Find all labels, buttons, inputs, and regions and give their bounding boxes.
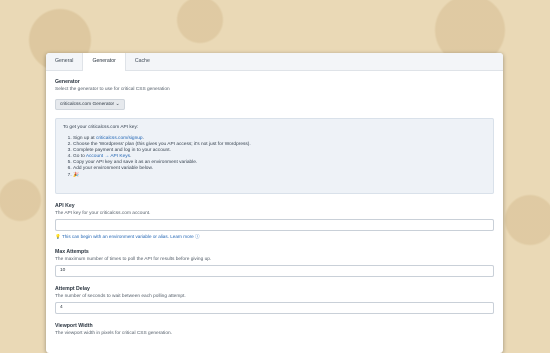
generator-select[interactable]: criticalcss.com Generator ⌄ [55,99,125,110]
max-attempts-description: The maximum number of times to poll the … [55,257,212,262]
api-keys-link[interactable]: Account → API Keys [86,154,130,159]
tab-general[interactable]: General [46,53,82,70]
max-attempts-input[interactable]: 10 [55,265,494,277]
generator-settings: Generator Select the generator to use fo… [46,71,503,342]
list-item: 🎉 [73,173,486,179]
tab-cache[interactable]: Cache [126,53,159,70]
generator-select-value: criticalcss.com Generator [60,102,115,107]
tab-bar: General Generator Cache [46,53,503,71]
info-circle-icon: ⓘ [195,234,200,239]
api-key-label: API Key [55,203,75,209]
api-key-description: The API key for your criticalcss.com acc… [55,211,151,216]
api-key-input[interactable] [55,219,494,231]
party-popper-icon: 🎉 [73,172,79,178]
api-key-instructions: To get your criticalcss.com API key: Sig… [55,118,494,194]
tab-generator[interactable]: Generator [82,53,126,71]
learn-more-link[interactable]: Learn more [170,234,194,239]
attempt-delay-label: Attempt Delay [55,286,90,292]
attempt-delay-input[interactable]: 4 [55,302,494,314]
generator-description: Select the generator to use for critical… [55,87,170,92]
signup-link[interactable]: criticalcss.com/signup [96,136,143,141]
lightbulb-icon: 💡 [55,234,61,239]
instructions-list: Sign up at criticalcss.com/signup. Choos… [63,136,486,179]
chevron-down-icon: ⌄ [115,102,120,107]
generator-label: Generator [55,79,80,85]
attempt-delay-description: The number of seconds to wait between ea… [55,294,186,299]
viewport-width-description: The viewport width in pixels for critica… [55,331,173,336]
max-attempts-label: Max Attempts [55,249,89,255]
viewport-width-label: Viewport Width [55,323,93,329]
instructions-intro: To get your criticalcss.com API key: [63,125,139,130]
settings-panel: General Generator Cache Generator Select… [46,53,503,353]
